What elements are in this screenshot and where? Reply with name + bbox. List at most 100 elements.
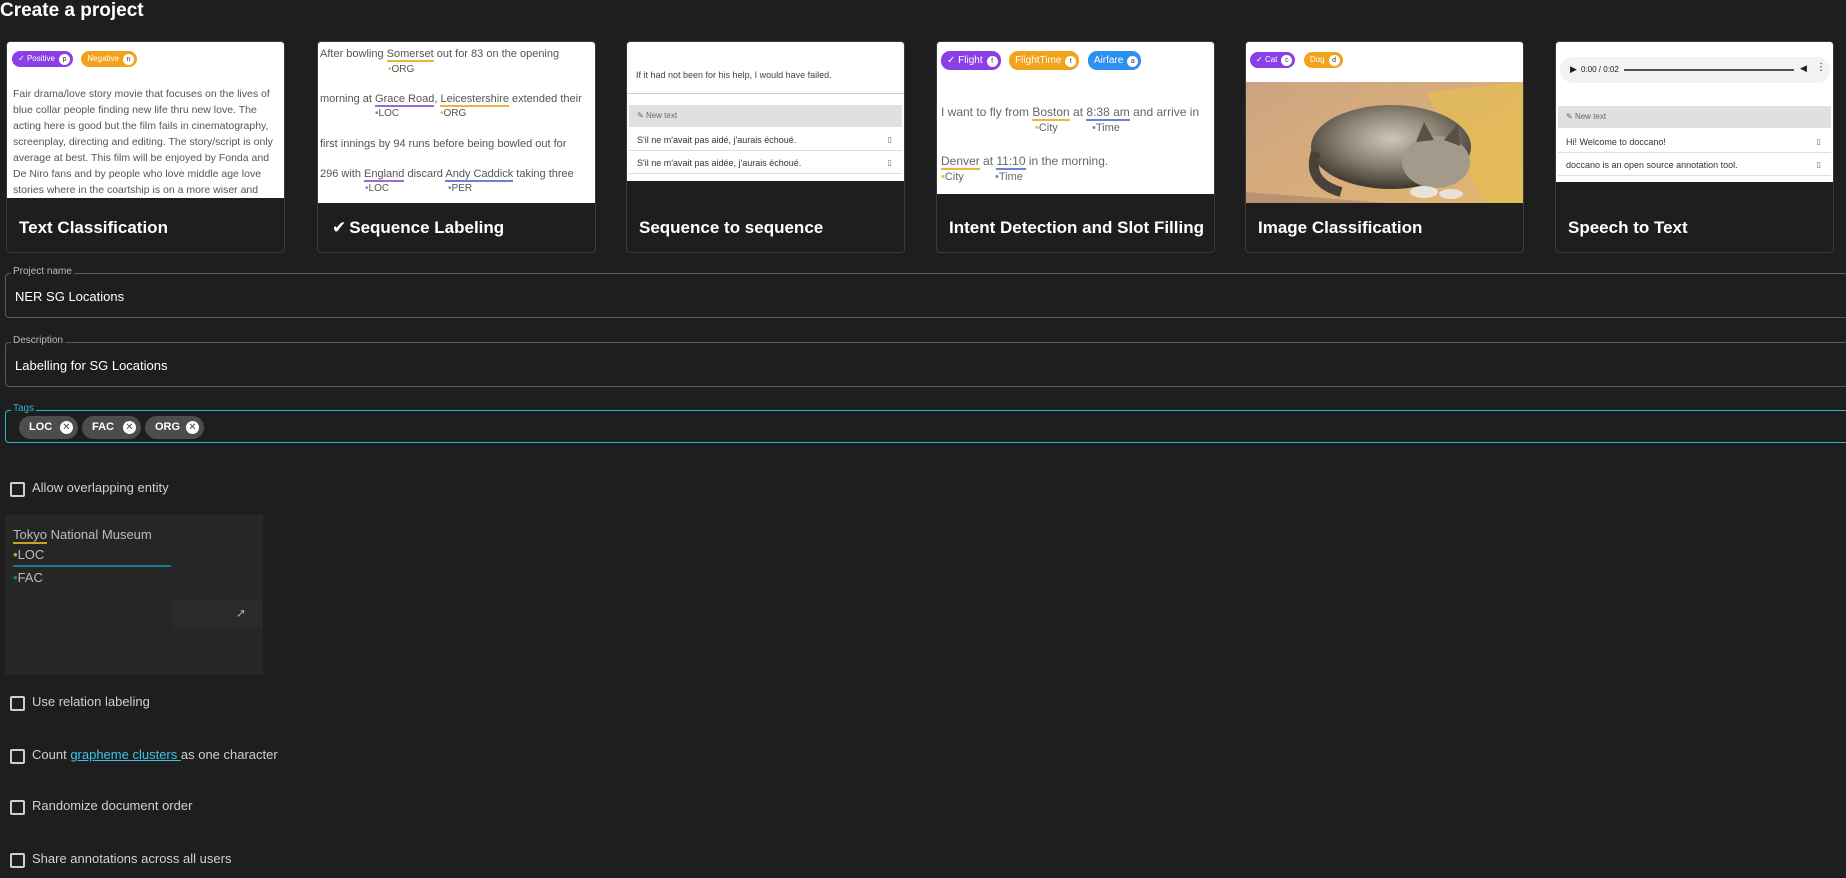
entity: Denver [941, 154, 980, 170]
card-label: Intent Detection and Slot Filling [949, 218, 1204, 237]
chip-label: Cat [1264, 54, 1278, 64]
card-label: Text Classification [19, 218, 168, 237]
flighttime-chip: FlightTime t [1009, 51, 1080, 70]
preview-line: Denver at 11:10 in the morning. [941, 154, 1108, 170]
card-label: Speech to Text [1568, 218, 1688, 237]
close-icon[interactable]: ✕ [123, 421, 136, 434]
preview-line: morning at Grace Road, Leicestershire ex… [320, 93, 582, 107]
more-icon: ⋮ [1816, 62, 1826, 73]
sequence-to-sequence-preview: If it had not been for his help, I would… [627, 42, 904, 181]
checkbox-label: Allow overlapping entity [32, 480, 169, 495]
project-name-field[interactable]: Project name [5, 266, 1846, 318]
chip-key: a [1127, 56, 1139, 67]
card-intent-detection[interactable]: ✓ Flight f FlightTime t Airfare a I want to… [936, 41, 1215, 253]
flight-chip: ✓ Flight f [941, 51, 1001, 70]
close-icon[interactable]: ✕ [60, 421, 73, 434]
text: discard [404, 168, 446, 180]
page-title: Create a project [0, 0, 144, 21]
grapheme-clusters-link[interactable]: grapheme clusters [70, 747, 181, 762]
demo-shadow-box [172, 600, 262, 628]
sequence-labeling-preview: After bowling Somerset out for 83 on the… [318, 42, 595, 203]
new-text-row: ✎ New text [1558, 106, 1831, 128]
card-image-classification[interactable]: ✓ Cat c Dog d Image Classification [1245, 41, 1524, 253]
check-icon: ✓ [947, 55, 956, 66]
entity: Andy Caddick [445, 168, 514, 182]
transcript-row: doccano is an open source annotation too… [1558, 154, 1831, 176]
preview-line: After bowling Somerset out for 83 on the… [320, 48, 559, 62]
cursor-icon: ➚ [236, 606, 247, 620]
entity-label: City [1035, 122, 1058, 134]
volume-icon: ◀ [1800, 63, 1807, 73]
checkbox-icon[interactable] [10, 853, 25, 868]
image-classification-preview: ✓ Cat c Dog d [1246, 42, 1523, 203]
text: morning at [320, 93, 376, 105]
chip-key: t [1065, 56, 1077, 67]
chip-label: Flight [958, 55, 983, 66]
close-icon[interactable]: ✕ [186, 421, 199, 434]
target-row: S'il ne m'avait pas aidé, j'aurais échou… [629, 129, 902, 151]
demo-text: Tokyo National Museum [13, 527, 152, 544]
text: at [979, 154, 997, 168]
preview-line: first innings by 94 runs before being bo… [320, 138, 567, 150]
new-text-row: ✎ New text [629, 105, 902, 127]
text: extended their [508, 93, 582, 105]
pencil-icon: ✎ [1566, 112, 1573, 121]
text: After bowling [320, 48, 387, 60]
card-speech-to-text[interactable]: ▶ 0:00 / 0:02 ◀ ⋮ ✎ New text Hi! Welcome… [1555, 41, 1834, 253]
intent-detection-preview: ✓ Flight f FlightTime t Airfare a I want to… [937, 42, 1214, 194]
project-name-input[interactable] [15, 289, 1715, 304]
preview-line: 296 with England discard Andy Caddick ta… [320, 168, 574, 182]
project-name-label: Project name [11, 266, 74, 277]
speech-to-text-preview: ▶ 0:00 / 0:02 ◀ ⋮ ✎ New text Hi! Welcome… [1556, 42, 1833, 182]
chip-label: Negative [87, 53, 119, 63]
chip-key: c [1281, 54, 1293, 66]
entity: Boston [1032, 105, 1070, 121]
tag-chip[interactable]: LOC ✕ [19, 416, 78, 439]
entity-label: Time [1092, 122, 1120, 134]
checkbox-label: Share annotations across all users [32, 851, 232, 866]
card-label: ✔ Sequence Labeling [332, 218, 504, 238]
trash-icon: ▯ [1816, 137, 1821, 146]
audio-player: ▶ 0:00 / 0:02 ◀ ⋮ [1560, 57, 1830, 83]
entity-label: •LOC [13, 547, 45, 562]
entity: Tokyo [13, 527, 47, 544]
entity-label: •FAC [13, 570, 43, 585]
card-sequence-labeling[interactable]: After bowling Somerset out for 83 on the… [317, 41, 596, 253]
tag-label: ORG [155, 421, 181, 433]
checkbox-icon[interactable] [10, 482, 25, 497]
description-input[interactable] [15, 358, 1715, 373]
checkbox-icon[interactable] [10, 696, 25, 711]
chip-label: Airfare [1093, 55, 1124, 66]
entity: England [364, 168, 405, 182]
entity-label: Time [995, 171, 1023, 183]
tag-chip[interactable]: FAC ✕ [82, 416, 141, 439]
card-label-text: Sequence Labeling [349, 218, 505, 237]
checkbox-label: Use relation labeling [32, 694, 150, 709]
preview-line: I want to fly from Boston at 8:38 am and… [941, 105, 1199, 121]
overlap-demo: Tokyo National Museum •LOC •FAC ➚ [5, 515, 263, 675]
text: at [1069, 105, 1087, 119]
dog-chip: Dog d [1303, 51, 1343, 68]
audio-time: 0:00 / 0:02 [1581, 65, 1619, 74]
entity: Somerset [386, 48, 434, 62]
entity-label: LOC [365, 183, 390, 194]
card-text-classification[interactable]: ✓ Positive p Negative n Fair drama/love st… [6, 41, 285, 253]
entity: Leicestershire [440, 93, 509, 107]
text: 296 with [320, 168, 365, 180]
source-text: If it had not been for his help, I would… [627, 56, 904, 94]
check-icon: ✓ [18, 53, 25, 63]
chip-key: n [122, 53, 134, 65]
text-classification-preview: ✓ Positive p Negative n Fair drama/love st… [7, 42, 284, 198]
entity: 8:38 am [1086, 105, 1130, 121]
entity-label: PER [448, 183, 473, 194]
label-text: as one character [180, 747, 278, 762]
tag-label: FAC [92, 421, 114, 433]
description-field[interactable]: Description [5, 335, 1846, 387]
negative-chip: Negative n [81, 50, 137, 67]
tag-chip[interactable]: ORG ✕ [145, 416, 204, 439]
checkbox-icon[interactable] [10, 800, 25, 815]
card-sequence-to-sequence[interactable]: If it had not been for his help, I would… [626, 41, 905, 253]
checkbox-icon[interactable] [10, 749, 25, 764]
trash-icon: ▯ [887, 135, 892, 144]
tags-field[interactable]: Tags LOC ✕ FAC ✕ ORG ✕ [5, 403, 1846, 443]
